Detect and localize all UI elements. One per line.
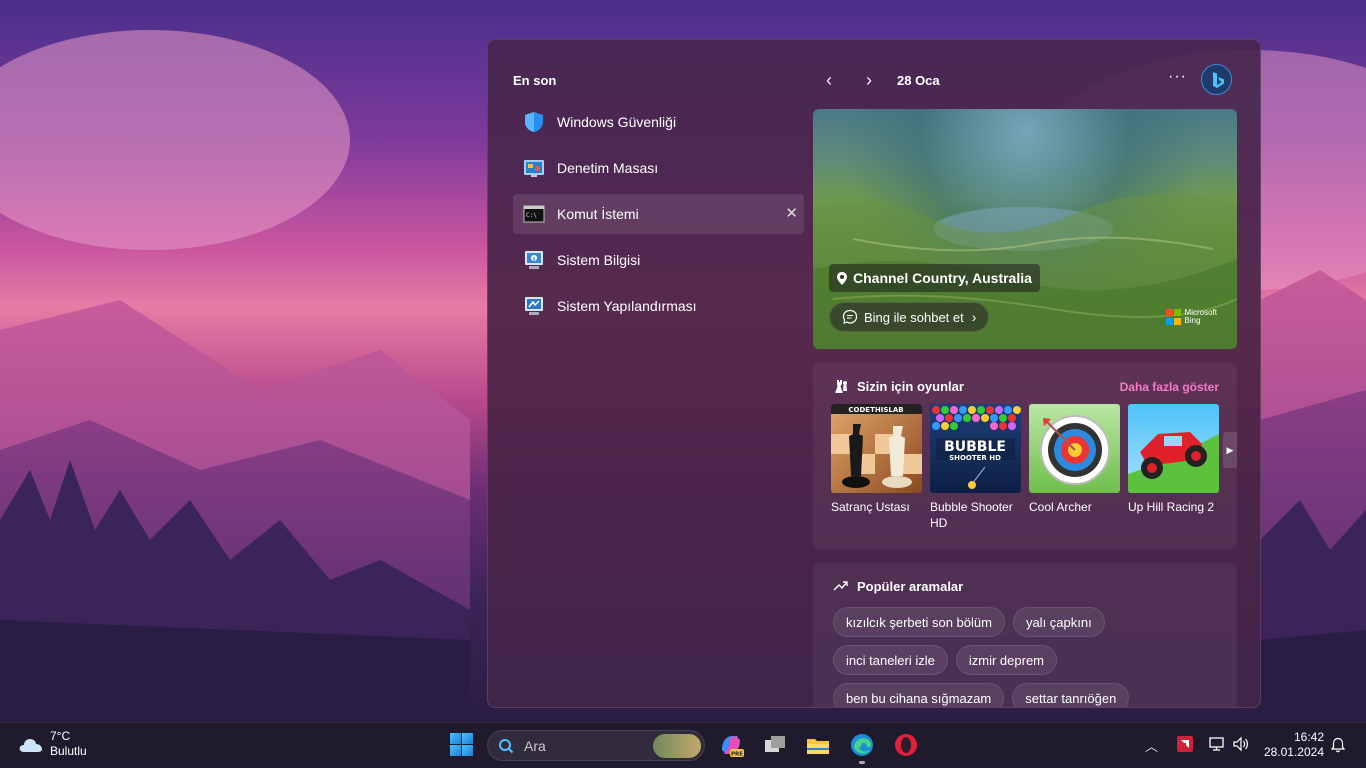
popular-searches-card: Popüler aramalar kızılcık şerbeti son bö…: [813, 563, 1237, 707]
recent-item-windows-security[interactable]: Windows Güvenliği: [513, 102, 804, 142]
previous-day-button[interactable]: ‹: [818, 70, 840, 92]
notification-bell-icon[interactable]: [1330, 737, 1346, 753]
clock[interactable]: 16:42 28.01.2024: [1262, 730, 1324, 760]
bubble-shooter-thumbnail: BUBBLE SHOOTER HD: [930, 404, 1021, 493]
search-icon: [498, 738, 514, 754]
recent-list: Windows Güvenliği Denetim Masası C:\ Kom…: [513, 102, 804, 332]
game-name: Cool Archer: [1029, 500, 1092, 514]
recent-item-label: Sistem Yapılandırması: [557, 298, 697, 314]
show-more-link[interactable]: Daha fazla göster: [1120, 380, 1219, 394]
start-button[interactable]: [450, 733, 473, 756]
running-indicator: [859, 761, 865, 764]
search-chip[interactable]: settar tanrıöğen: [1012, 683, 1130, 707]
recent-item-system-config[interactable]: Sistem Yapılandırması: [513, 286, 804, 326]
search-panel: En son Windows Güvenliği Denetim Masası …: [487, 39, 1261, 708]
edge-browser-icon[interactable]: [849, 732, 875, 764]
system-info-icon: [523, 249, 545, 271]
microsoft-bing-logo: Microsoft Bing: [1165, 309, 1217, 325]
search-chip[interactable]: inci taneleri izle: [833, 645, 948, 675]
taskbar-search-box[interactable]: Ara: [487, 730, 705, 761]
recent-section-title: En son: [513, 73, 557, 88]
network-icon[interactable]: [1208, 736, 1226, 752]
file-explorer-icon[interactable]: [805, 732, 831, 758]
game-tile-chess[interactable]: CODETHISLAB Satranç Ustası: [831, 404, 922, 531]
game-name: Bubble Shooter HD: [930, 500, 1013, 530]
recent-item-label: Sistem Bilgisi: [557, 252, 641, 268]
game-tile-up-hill-racing[interactable]: Up Hill Racing 2: [1128, 404, 1219, 531]
chat-bubble-icon: [842, 309, 858, 325]
chess-piece-icon: [833, 378, 849, 394]
svg-text:C:\: C:\: [526, 212, 537, 219]
cool-archer-thumbnail: [1029, 404, 1120, 493]
game-tile-bubble-shooter[interactable]: BUBBLE SHOOTER HD Bubble Shooter HD: [930, 404, 1021, 531]
chevron-right-icon: ›: [971, 309, 977, 325]
weather-widget[interactable]: 7°C Bulutlu: [18, 729, 87, 759]
volume-icon[interactable]: [1232, 736, 1250, 752]
bing-chat-chip[interactable]: Bing ile sohbet et ›: [829, 302, 990, 332]
clock-date: 28.01.2024: [1263, 745, 1324, 759]
more-options-button[interactable]: ···: [1168, 68, 1187, 86]
search-chip[interactable]: kızılcık şerbeti son bölüm: [833, 607, 1005, 637]
svg-text:PRE: PRE: [731, 752, 743, 758]
svg-text:SHOOTER HD: SHOOTER HD: [949, 454, 1001, 462]
popular-title: Popüler aramalar: [857, 578, 964, 594]
hero-location-label[interactable]: Channel Country, Australia: [829, 264, 1040, 292]
bing-icon: [1213, 72, 1224, 88]
location-pin-icon: [837, 271, 847, 285]
next-day-button[interactable]: ›: [858, 70, 880, 92]
bing-chat-button[interactable]: [1201, 64, 1232, 95]
microsoft-logo-icon: [1165, 309, 1182, 325]
popular-chips: kızılcık şerbeti son bölüm yalı çapkını …: [833, 607, 1233, 707]
search-highlight-image: [653, 734, 701, 758]
chat-label: Bing ile sohbet et: [864, 309, 964, 325]
recent-item-command-prompt[interactable]: C:\ Komut İstemi ✕: [513, 194, 804, 234]
task-view-icon[interactable]: [762, 732, 788, 758]
system-config-icon: [523, 295, 545, 317]
date-label: 28 Oca: [897, 73, 940, 88]
recent-item-label: Komut İstemi: [557, 206, 639, 222]
popular-header: Popüler aramalar: [833, 578, 963, 594]
games-scroll-right-button[interactable]: ▶: [1223, 432, 1237, 468]
location-text: Channel Country, Australia: [853, 270, 1032, 286]
copilot-icon[interactable]: PRE: [718, 732, 744, 758]
search-placeholder: Ara: [524, 737, 546, 754]
recent-item-label: Denetim Masası: [557, 160, 659, 176]
chess-thumbnail: CODETHISLAB: [831, 404, 922, 493]
game-name: Up Hill Racing 2: [1128, 500, 1215, 514]
opera-browser-icon[interactable]: [893, 732, 919, 758]
games-header: Sizin için oyunlar: [833, 378, 964, 394]
brand-line-2: Bing: [1184, 316, 1201, 325]
control-panel-icon: [523, 157, 545, 179]
hero-image[interactable]: Channel Country, Australia Bing ile sohb…: [813, 109, 1237, 349]
weather-condition: Bulutlu: [50, 744, 87, 758]
games-card: Sizin için oyunlar Daha fazla göster COD…: [813, 363, 1237, 549]
game-name: Satranç Ustası: [831, 500, 910, 514]
temperature: 7°C: [50, 729, 71, 743]
shield-icon: [523, 111, 545, 133]
recent-item-control-panel[interactable]: Denetim Masası: [513, 148, 804, 188]
game-tile-cool-archer[interactable]: Cool Archer: [1029, 404, 1120, 531]
close-icon[interactable]: ✕: [785, 204, 798, 222]
taskbar: 7°C Bulutlu Ara PRE ︿ 16:42 28.01.2024: [0, 722, 1366, 768]
chevron-up-icon[interactable]: ︿: [1145, 736, 1158, 755]
games-row: CODETHISLAB Satranç Ustası BUBBLE SHOOTE…: [831, 404, 1227, 531]
cloud-icon: [18, 735, 44, 753]
trending-up-icon: [833, 578, 849, 594]
up-hill-racing-thumbnail: [1128, 404, 1219, 493]
svg-text:BUBBLE: BUBBLE: [944, 439, 1006, 455]
search-chip[interactable]: izmir deprem: [955, 645, 1057, 675]
recent-item-system-info[interactable]: Sistem Bilgisi: [513, 240, 804, 280]
search-chip[interactable]: yalı çapkını: [1012, 607, 1105, 637]
games-title: Sizin için oyunlar: [857, 378, 964, 394]
clock-time: 16:42: [1293, 730, 1324, 744]
search-chip[interactable]: ben bu cihana sığmazam: [833, 683, 1005, 707]
amd-software-icon[interactable]: [1177, 736, 1193, 752]
recent-item-label: Windows Güvenliği: [557, 114, 677, 130]
terminal-icon: C:\: [523, 203, 545, 225]
chess-badge-text: CODETHISLAB: [848, 406, 903, 414]
